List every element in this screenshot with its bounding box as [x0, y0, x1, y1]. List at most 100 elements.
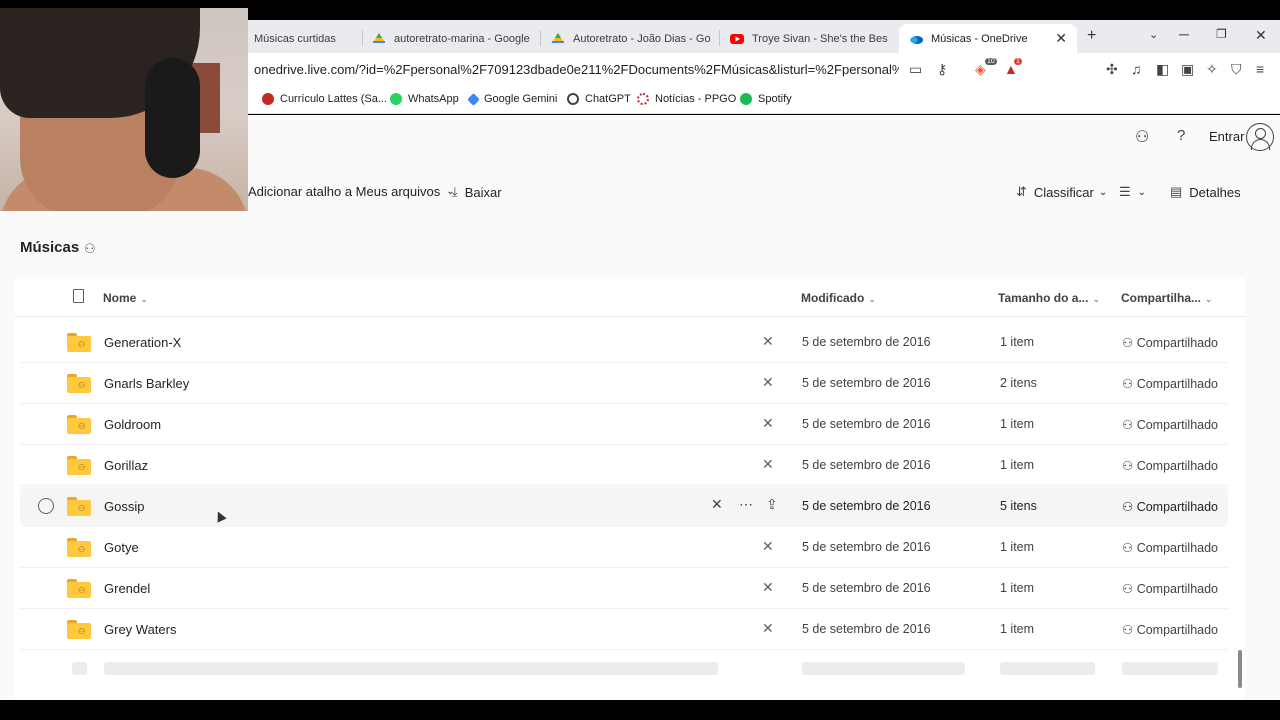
tab-divider: [540, 30, 541, 46]
table-row[interactable]: ⚇ Goldroom ✕ 5 de setembro de 2016 1 ite…: [20, 405, 1228, 445]
webcam-overlay: [0, 8, 248, 211]
people-icon: ⚇: [1122, 377, 1134, 391]
add-shortcut-button[interactable]: Adicionar atalho a Meus arquivos ⌄: [248, 184, 455, 199]
share-icon[interactable]: ⇪: [766, 496, 778, 513]
restore-icon[interactable]: ❐: [1216, 27, 1227, 41]
tab-musicas-onedrive[interactable]: Músicas - OneDrive ✕: [899, 24, 1077, 53]
row-modified: 5 de setembro de 2016: [802, 622, 931, 636]
column-sharing-label: Compartilha...: [1121, 291, 1202, 305]
skeleton-block: [1000, 662, 1095, 675]
table-row[interactable]: ⚇ Gnarls Barkley ✕ 5 de setembro de 2016…: [20, 364, 1228, 404]
people-icon: ⚇: [1122, 459, 1134, 473]
tab-label: Autoretrato - João Dias - Goog: [573, 32, 711, 45]
pin-icon[interactable]: ✕: [762, 620, 774, 637]
close-tab-icon[interactable]: ✕: [1047, 30, 1067, 47]
details-button[interactable]: ▤ Detalhes: [1170, 184, 1241, 200]
url-field[interactable]: onedrive.live.com/?id=%2Fpersonal%2F7091…: [254, 62, 899, 77]
brave-shield-icon[interactable]: ◈: [975, 61, 986, 78]
row-size: 1 item: [1000, 458, 1035, 472]
row-name[interactable]: Gotye: [104, 540, 139, 555]
row-name[interactable]: Gnarls Barkley: [104, 376, 189, 391]
google-drive-icon: [552, 32, 564, 43]
row-name[interactable]: Gossip: [104, 499, 144, 514]
sidebar-icon[interactable]: ◧: [1156, 61, 1169, 78]
column-modified-label: Modificado: [801, 291, 865, 305]
bookmark-whatsapp[interactable]: WhatsApp: [390, 93, 459, 105]
account-avatar-icon[interactable]: [1246, 123, 1274, 151]
tab-divider: [719, 30, 720, 46]
table-row[interactable]: ⚇ Generation-X ✕ 5 de setembro de 2016 1…: [20, 323, 1228, 363]
table-row-hovered[interactable]: ⚇ Gossip ✕ ⋯ ⇪ 5 de setembro de 2016 5 i…: [20, 487, 1228, 527]
vpn-shield-icon[interactable]: ⛉: [1231, 61, 1242, 78]
download-icon: ⤓: [452, 184, 458, 199]
bookmark-spotify[interactable]: Spotify: [740, 93, 792, 105]
column-header-modified[interactable]: Modificado ⌄: [801, 291, 876, 305]
tab-musicas-curtidas[interactable]: Músicas curtidas: [254, 24, 359, 53]
ai-sparkle-icon[interactable]: ✧: [1206, 61, 1218, 78]
view-options-button[interactable]: ☰ ⌄: [1119, 184, 1146, 200]
extensions-icon[interactable]: ✣: [1106, 61, 1118, 78]
minimize-icon[interactable]: ─: [1179, 26, 1189, 42]
chatgpt-icon: [567, 93, 579, 105]
column-header-name[interactable]: Nome ⌄: [103, 291, 148, 305]
file-type-icon[interactable]: [73, 289, 84, 303]
tab-troye-sivan[interactable]: Troye Sivan - She's the Best (Of: [730, 24, 888, 53]
row-size: 1 item: [1000, 622, 1035, 636]
cast-icon[interactable]: ▭: [909, 61, 922, 78]
key-icon[interactable]: ⚷: [937, 61, 947, 78]
row-sharing-label: Compartilhado: [1136, 500, 1218, 514]
more-actions-icon[interactable]: ⋯: [739, 496, 753, 513]
pin-icon[interactable]: ✕: [711, 496, 723, 513]
pin-icon[interactable]: ✕: [762, 415, 774, 432]
scrollbar-thumb[interactable]: [1238, 650, 1242, 688]
tab-label: Músicas curtidas: [254, 32, 336, 45]
row-size: 1 item: [1000, 540, 1035, 554]
tab-search-chevron-icon[interactable]: ⌄: [1149, 28, 1158, 41]
skeleton-block: [72, 662, 87, 675]
pin-icon[interactable]: ✕: [762, 374, 774, 391]
close-window-icon[interactable]: ✕: [1255, 27, 1267, 44]
row-sharing-label: Compartilhado: [1136, 377, 1218, 391]
bookmark-chatgpt[interactable]: ChatGPT: [567, 93, 631, 105]
new-tab-icon[interactable]: +: [1087, 27, 1096, 45]
sort-button[interactable]: ⇵ Classificar ⌄: [1016, 184, 1107, 200]
row-name[interactable]: Grey Waters: [104, 622, 176, 637]
wallet-icon[interactable]: ▣: [1181, 61, 1194, 78]
row-name[interactable]: Goldroom: [104, 417, 161, 432]
download-button[interactable]: ⤓ Baixar: [452, 184, 502, 200]
bookmark-noticias-ppgo[interactable]: Notícias - PPGO: [637, 93, 736, 105]
tab-autoretrato-marina[interactable]: autoretrato-marina - Google D: [372, 24, 532, 53]
pin-icon[interactable]: ✕: [762, 538, 774, 555]
pin-icon[interactable]: ✕: [762, 333, 774, 350]
details-pane-icon: ▤: [1170, 184, 1183, 199]
table-row[interactable]: ⚇ Grey Waters ✕ 5 de setembro de 2016 1 …: [20, 610, 1228, 650]
shared-folder-icon: ⚇: [67, 538, 91, 557]
row-modified: 5 de setembro de 2016: [802, 581, 931, 595]
tab-autoretrato-joao[interactable]: Autoretrato - João Dias - Goog: [551, 24, 711, 53]
bookmark-curriculo-lattes[interactable]: Currículo Lattes (Sa...: [262, 93, 387, 105]
brave-badge: 10: [985, 58, 997, 65]
share-people-icon[interactable]: ⚇: [1135, 127, 1149, 147]
table-row[interactable]: ⚇ Grendel ✕ 5 de setembro de 2016 1 item…: [20, 569, 1228, 609]
bookmark-google-gemini[interactable]: Google Gemini: [467, 92, 557, 106]
row-sharing: ⚇ Compartilhado: [1122, 417, 1218, 432]
menu-icon[interactable]: ≡: [1256, 61, 1264, 77]
row-name[interactable]: Gorillaz: [104, 458, 148, 473]
column-header-sharing[interactable]: Compartilha... ⌄: [1121, 291, 1213, 305]
people-icon: ⚇: [1122, 623, 1134, 637]
select-row-radio[interactable]: [38, 498, 54, 514]
row-name[interactable]: Grendel: [104, 581, 150, 596]
row-modified: 5 de setembro de 2016: [802, 376, 931, 390]
table-row[interactable]: ⚇ Gotye ✕ 5 de setembro de 2016 1 item ⚇…: [20, 528, 1228, 568]
table-row[interactable]: ⚇ Gorillaz ✕ 5 de setembro de 2016 1 ite…: [20, 446, 1228, 486]
help-icon[interactable]: ?: [1177, 127, 1185, 144]
sign-in-button[interactable]: Entrar: [1209, 129, 1244, 144]
shared-people-icon[interactable]: ⚇: [84, 241, 96, 257]
pin-icon[interactable]: ✕: [762, 579, 774, 596]
pin-icon[interactable]: ✕: [762, 456, 774, 473]
gemini-icon: [467, 92, 480, 106]
music-note-icon[interactable]: ♫: [1131, 61, 1142, 77]
column-header-size[interactable]: Tamanho do a... ⌄: [998, 291, 1100, 305]
row-name[interactable]: Generation-X: [104, 335, 181, 350]
row-modified: 5 de setembro de 2016: [802, 417, 931, 431]
